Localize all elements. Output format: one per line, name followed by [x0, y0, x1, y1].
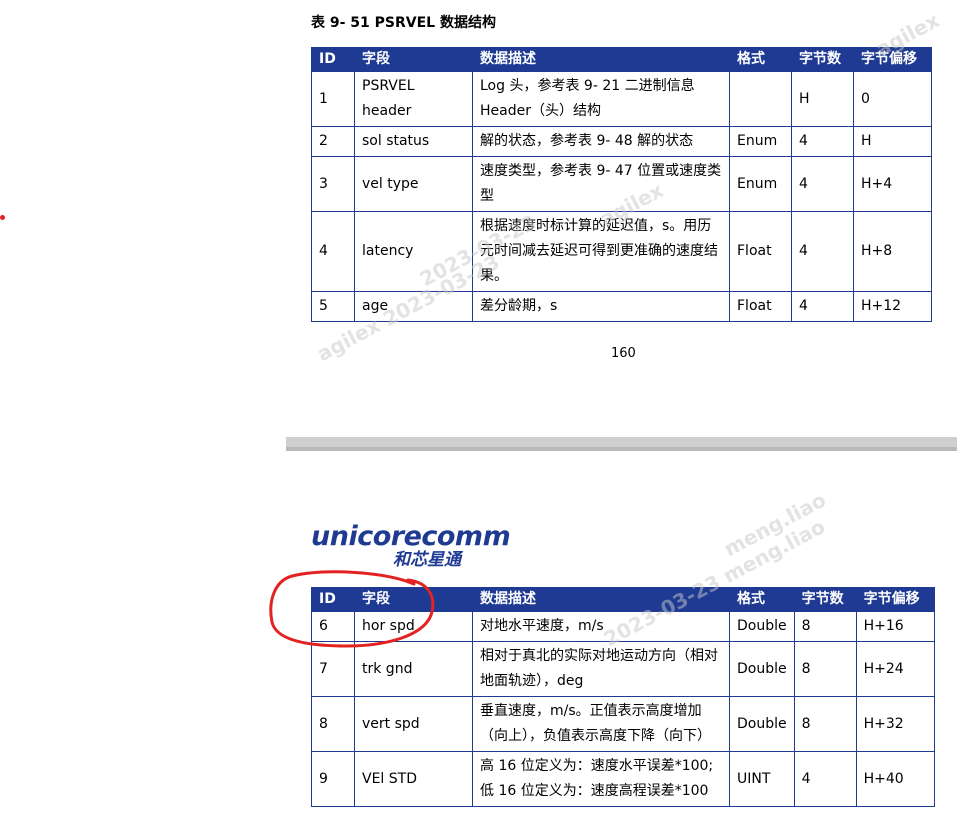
cell-offset: H+32: [855, 696, 935, 752]
cell-format: Float: [729, 211, 792, 292]
header-description: 数据描述: [472, 587, 730, 612]
cell-bytes: 4: [791, 291, 854, 322]
header-field: 字段: [354, 47, 473, 72]
cell-field: PSRVEL header: [354, 71, 473, 127]
table-row: 9 VEl STD 高 16 位定义为：速度水平误差*100; 低 16 位定义…: [311, 751, 935, 807]
cell-bytes: 4: [791, 126, 854, 157]
cell-format: Enum: [729, 126, 792, 157]
cell-offset: H+40: [855, 751, 935, 807]
cell-bytes: 8: [793, 641, 857, 697]
page-number: 160: [611, 346, 636, 361]
cell-format: Double: [729, 611, 795, 642]
cell-offset: H+24: [855, 641, 935, 697]
table-row: 8 vert spd 垂直速度，m/s。正值表示高度增加（向上），负值表示高度下…: [311, 696, 935, 752]
table-row: 1 PSRVEL header Log 头，参考表 9- 21 二进制信息 He…: [311, 71, 932, 127]
header-format: 格式: [729, 587, 795, 612]
cell-bytes: H: [791, 71, 854, 127]
table-row: 3 vel type 速度类型，参考表 9- 47 位置或速度类型 Enum 4…: [311, 156, 932, 212]
cell-description: 对地水平速度，m/s: [472, 611, 730, 642]
cell-description: 垂直速度，m/s。正值表示高度增加（向上），负值表示高度下降（向下）: [472, 696, 730, 752]
cell-id: 1: [311, 71, 355, 127]
cell-offset: H+8: [853, 211, 932, 292]
cell-offset: H: [853, 126, 932, 157]
table-row: 5 age 差分龄期，s Float 4 H+12: [311, 291, 932, 322]
header-bytes: 字节数: [793, 587, 857, 612]
cell-format: Float: [729, 291, 792, 322]
table-row: 4 latency 根据速度时标计算的延迟值，s。用历元时间减去延迟可得到更准确…: [311, 211, 932, 292]
cell-description: 相对于真北的实际对地运动方向（相对地面轨迹），deg: [472, 641, 730, 697]
cell-field: latency: [354, 211, 473, 292]
header-offset: 字节偏移: [855, 587, 935, 612]
table-caption: 表 9- 51 PSRVEL 数据结构: [311, 15, 496, 31]
cell-bytes: 4: [793, 751, 857, 807]
cell-field: age: [354, 291, 473, 322]
cell-bytes: 4: [791, 156, 854, 212]
cell-bytes: 8: [793, 696, 857, 752]
annotation-stroke: [269, 570, 435, 648]
header-description: 数据描述: [472, 47, 730, 72]
cell-description: 差分龄期，s: [472, 291, 730, 322]
cell-format: Double: [729, 696, 795, 752]
table-row: 2 sol status 解的状态，参考表 9- 48 解的状态 Enum 4 …: [311, 126, 932, 157]
red-circle-annotation: [269, 570, 435, 648]
cell-format: Double: [729, 641, 795, 697]
cell-id: 8: [311, 696, 355, 752]
red-dot-mark: [0, 215, 5, 220]
cell-offset: H+16: [855, 611, 935, 642]
cell-description: 解的状态，参考表 9- 48 解的状态: [472, 126, 730, 157]
cell-offset: 0: [853, 71, 932, 127]
cell-field: VEl STD: [354, 751, 473, 807]
cell-id: 2: [311, 126, 355, 157]
cell-description: 速度类型，参考表 9- 47 位置或速度类型: [472, 156, 730, 212]
cell-format: UINT: [729, 751, 795, 807]
cell-description: 根据速度时标计算的延迟值，s。用历元时间减去延迟可得到更准确的速度结果。: [472, 211, 730, 292]
data-table-top: ID 字段 数据描述 格式 字节数 字节偏移 1 PSRVEL header L…: [311, 47, 932, 322]
cell-id: 4: [311, 211, 355, 292]
page-divider: [286, 437, 957, 451]
header-id: ID: [311, 47, 355, 72]
cell-bytes: 4: [791, 211, 854, 292]
cell-field: vert spd: [354, 696, 473, 752]
header-format: 格式: [729, 47, 792, 72]
cell-offset: H+4: [853, 156, 932, 212]
cell-field: sol status: [354, 126, 473, 157]
cell-format: Enum: [729, 156, 792, 212]
cell-id: 3: [311, 156, 355, 212]
cell-description: Log 头，参考表 9- 21 二进制信息 Header（头）结构: [472, 71, 730, 127]
cell-id: 5: [311, 291, 355, 322]
header-offset: 字节偏移: [853, 47, 932, 72]
cell-bytes: 8: [793, 611, 857, 642]
company-logo: unicorecomm 和芯星通: [311, 521, 511, 571]
header-bytes: 字节数: [791, 47, 854, 72]
logo-text-en: unicorecomm: [311, 521, 511, 552]
cell-format: [729, 71, 792, 127]
cell-field: vel type: [354, 156, 473, 212]
watermark-text: meng.liao: [720, 487, 830, 562]
cell-offset: H+12: [853, 291, 932, 322]
cell-description: 高 16 位定义为：速度水平误差*100; 低 16 位定义为：速度高程误差*1…: [472, 751, 730, 807]
table-header-row: ID 字段 数据描述 格式 字节数 字节偏移: [311, 47, 932, 72]
cell-id: 9: [311, 751, 355, 807]
